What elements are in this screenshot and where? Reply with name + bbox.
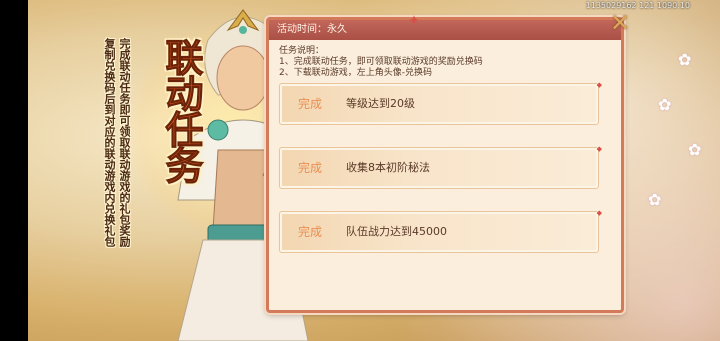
blossom-icon: ✿ [688, 140, 702, 159]
task-description: 收集8本初阶秘法 [346, 161, 430, 174]
device-watermark: 1135029162 121 1090.10 [585, 1, 690, 10]
blossom-icon: ✿ [658, 95, 672, 114]
task-item: ◆ 完成 队伍战力达到45000 [279, 209, 602, 253]
rules-title: 任务说明： [279, 46, 325, 56]
task-status-complete[interactable]: 完成 [288, 212, 332, 252]
task-status-complete[interactable]: 完成 [288, 148, 332, 188]
corner-ornament-icon: ◆ [596, 81, 602, 89]
rule-line: 1、完成联动任务，即可领取联动游戏的奖励兑换码 [279, 57, 483, 67]
task-list: ◆ 完成 等级达到20级 ◆ 完成 收集8本初阶秘法 ◆ 完成 队伍战力达到45… [279, 81, 602, 275]
knot-ornament-icon: ✦ [408, 13, 420, 29]
close-icon: ✕ [609, 9, 631, 37]
corner-ornament-icon: ◆ [596, 209, 602, 217]
link-task-panel: 活动时间：永久 ✦ ✕ 任务说明： 1、完成联动任务，即可领取联动游戏的奖励兑换… [266, 10, 630, 313]
task-rules: 任务说明： 1、完成联动任务，即可领取联动游戏的奖励兑换码 2、下载联动游戏，左… [279, 46, 611, 79]
close-button[interactable]: ✕ [607, 10, 633, 36]
activity-time: 活动时间：永久 [269, 20, 621, 40]
corner-ornament-icon: ◆ [596, 145, 602, 153]
promo-description: 完成联动任务即可领取联动游戏的礼包奖励 复制兑换码后到对应的联动游戏内兑换礼包 [103, 38, 131, 247]
task-description: 等级达到20级 [346, 97, 415, 110]
task-item: ◆ 完成 收集8本初阶秘法 [279, 145, 602, 189]
task-status-complete[interactable]: 完成 [288, 84, 332, 124]
blossom-icon: ✿ [678, 50, 692, 69]
task-item: ◆ 完成 等级达到20级 [279, 81, 602, 125]
task-description: 队伍战力达到45000 [346, 225, 447, 238]
promo-title: 联动任务 [159, 38, 205, 183]
rule-line: 2、下载联动游戏，左上角头像-兑换码 [279, 68, 432, 78]
plum-branch-decoration: ✿ ✿ ✿ ✿ [648, 0, 720, 341]
blossom-icon: ✿ [648, 190, 662, 209]
